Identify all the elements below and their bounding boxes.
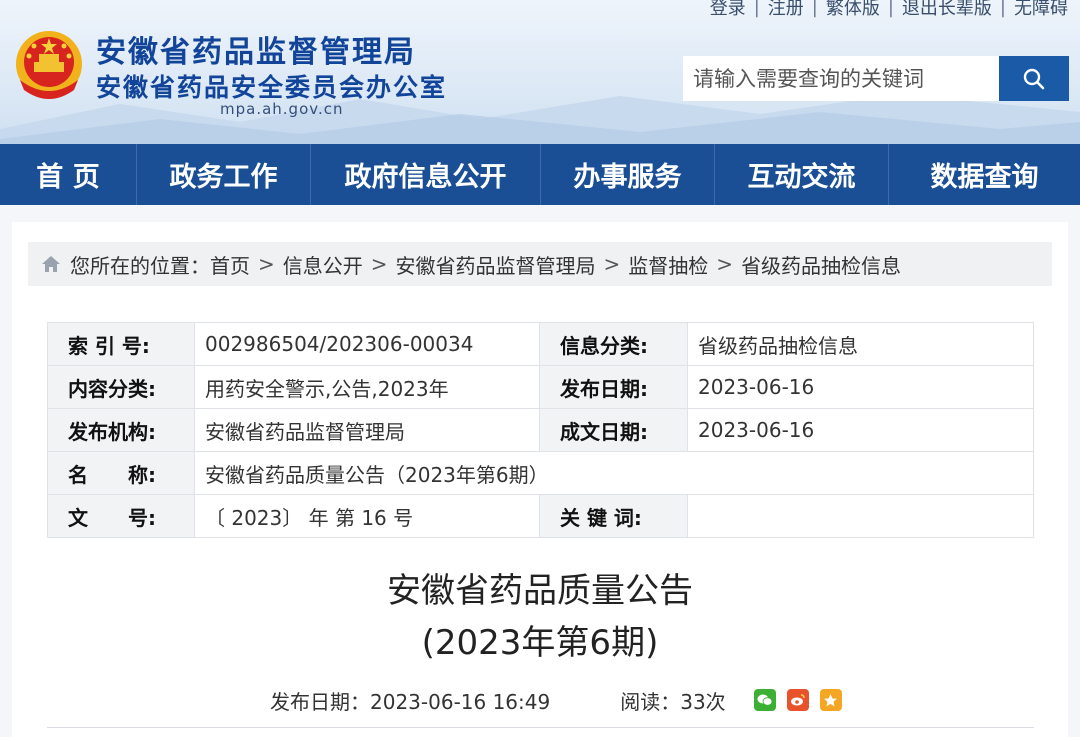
home-icon — [42, 256, 60, 272]
breadcrumb-separator: > — [258, 252, 275, 276]
name-value: 安徽省药品质量公告（2023年第6期） — [194, 451, 1034, 495]
name-label: 名 称: — [47, 451, 195, 495]
category-label: 信息分类: — [539, 322, 688, 366]
nav-information-disclosure[interactable]: 政府信息公开 — [311, 144, 541, 205]
main-nav: 首 页 政务工作 政府信息公开 办事服务 互动交流 数据查询 — [0, 144, 1080, 205]
breadcrumb-agency[interactable]: 安徽省药品监督管理局 — [396, 250, 596, 279]
search-button[interactable] — [999, 56, 1069, 101]
index-value: 002986504/202306-00034 — [194, 322, 540, 366]
table-row: 内容分类: 用药安全警示,公告,2023年 发布日期: 2023-06-16 — [47, 365, 1034, 409]
publish-date-value: 2023-06-16 — [687, 365, 1034, 409]
publisher-value: 安徽省药品监督管理局 — [194, 408, 540, 452]
favorite-icon[interactable] — [819, 689, 842, 711]
accessibility-link[interactable]: 无障碍 — [1014, 0, 1068, 20]
publisher-label: 发布机构: — [47, 408, 195, 452]
site-domain: mpa.ah.gov.cn — [220, 100, 344, 118]
site-header: 登录 | 注册 | 繁体版 | 退出长辈版 | 无障碍 安徽省药品监督管理局 安… — [0, 0, 1080, 144]
breadcrumb-separator: > — [716, 252, 734, 276]
nav-data-query[interactable]: 数据查询 — [889, 144, 1080, 205]
breadcrumb-inspection[interactable]: 监督抽检 — [628, 250, 708, 279]
breadcrumb-current[interactable]: 省级药品抽检信息 — [741, 250, 901, 279]
keywords-value — [687, 494, 1034, 538]
article-title: 安徽省药品质量公告 — [387, 571, 693, 611]
traditional-chinese-link[interactable]: 繁体版 — [826, 0, 880, 20]
keywords-label: 关 键 词: — [539, 494, 688, 538]
breadcrumb-separator: > — [603, 252, 621, 276]
written-date-label: 成文日期: — [539, 408, 688, 452]
nav-interaction[interactable]: 互动交流 — [715, 144, 889, 205]
content-category-value: 用药安全警示,公告,2023年 — [194, 365, 540, 409]
table-row: 索 引 号: 002986504/202306-00034 信息分类: 省级药品… — [47, 322, 1034, 366]
register-link[interactable]: 注册 — [768, 0, 804, 20]
index-label: 索 引 号: — [47, 322, 195, 366]
wechat-icon[interactable] — [753, 689, 776, 711]
breadcrumb-info-disclosure[interactable]: 信息公开 — [283, 250, 363, 279]
weibo-icon[interactable] — [786, 689, 809, 711]
document-metadata-table: 索 引 号: 002986504/202306-00034 信息分类: 省级药品… — [47, 322, 1034, 538]
nav-home[interactable]: 首 页 — [0, 144, 137, 205]
content-category-label: 内容分类: — [47, 365, 195, 409]
separator: | — [887, 0, 894, 18]
document-number-value: 〔 2023〕 年 第 16 号 — [194, 494, 540, 538]
table-row: 名 称: 安徽省药品质量公告（2023年第6期） — [47, 451, 1034, 495]
breadcrumb: 您所在的位置： 首页 > 信息公开 > 安徽省药品监督管理局 > 监督抽检 > … — [28, 242, 1052, 286]
breadcrumb-prefix: 您所在的位置： — [70, 253, 210, 278]
exit-elderly-mode-link[interactable]: 退出长辈版 — [902, 0, 992, 20]
separator: | — [811, 0, 818, 18]
article-title-issue: (2023年第6期) — [421, 623, 659, 663]
article-publish-time: 发布日期：2023-06-16 16:49 — [270, 689, 551, 714]
search-input[interactable] — [683, 56, 999, 101]
divider — [47, 727, 1034, 728]
top-links: 登录 | 注册 | 繁体版 | 退出长辈版 | 无障碍 — [710, 0, 1068, 20]
login-link[interactable]: 登录 — [710, 0, 746, 20]
publish-date-label: 发布日期: — [539, 365, 688, 409]
nav-services[interactable]: 办事服务 — [541, 144, 715, 205]
national-emblem-icon — [16, 31, 82, 99]
category-value: 省级药品抽检信息 — [687, 322, 1034, 366]
article-read-count: 阅读：33次 — [620, 689, 726, 714]
article-info: 发布日期：2023-06-16 16:49 阅读：33次 — [270, 685, 853, 715]
breadcrumb-home[interactable]: 首页 — [210, 250, 250, 279]
separator: | — [999, 0, 1006, 18]
document-number-label: 文 号: — [47, 494, 195, 538]
site-subtitle: 安徽省药品安全委员会办公室 — [96, 73, 448, 102]
share-buttons — [753, 689, 853, 711]
table-row: 发布机构: 安徽省药品监督管理局 成文日期: 2023-06-16 — [47, 408, 1034, 452]
site-title: 安徽省药品监督管理局 — [96, 35, 416, 70]
written-date-value: 2023-06-16 — [687, 408, 1034, 452]
separator: | — [753, 0, 760, 18]
search-icon — [1023, 68, 1045, 89]
table-row: 文 号: 〔 2023〕 年 第 16 号 关 键 词: — [47, 494, 1034, 538]
nav-government-affairs[interactable]: 政务工作 — [137, 144, 311, 205]
breadcrumb-separator: > — [370, 252, 388, 276]
